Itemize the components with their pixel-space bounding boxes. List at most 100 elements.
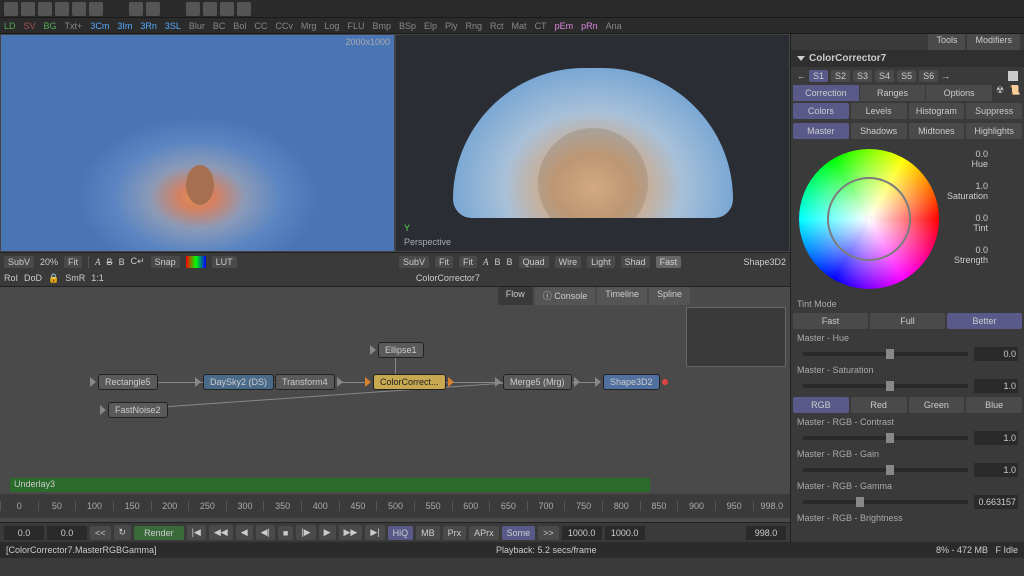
tab-timeline[interactable]: Timeline bbox=[597, 287, 647, 305]
copy-icon[interactable] bbox=[72, 2, 86, 16]
ch-rgb[interactable]: RGB bbox=[793, 397, 849, 413]
viewer-right[interactable]: Y Perspective bbox=[395, 34, 790, 252]
layout2-icon[interactable] bbox=[203, 2, 217, 16]
light-btn[interactable]: Light bbox=[587, 256, 615, 268]
time-ruler[interactable]: 0 50 100 150 200 250 300 350 400 450 500… bbox=[0, 494, 790, 518]
underlay-bar[interactable]: Underlay3 bbox=[10, 478, 650, 492]
shelf-ld[interactable]: LD bbox=[4, 21, 16, 31]
tab-ranges[interactable]: Ranges bbox=[860, 85, 926, 101]
mode-histogram[interactable]: Histogram bbox=[909, 103, 965, 119]
render-button[interactable]: Render bbox=[134, 526, 184, 540]
tab-tools[interactable]: Tools bbox=[928, 34, 965, 50]
radioactive-icon[interactable]: ☢ bbox=[993, 85, 1007, 101]
state-s4[interactable]: S4 bbox=[875, 70, 894, 82]
range-highlights[interactable]: Highlights bbox=[966, 123, 1022, 139]
contrast-slider[interactable] bbox=[803, 436, 968, 440]
loop-icon[interactable]: ↻ bbox=[114, 525, 132, 540]
stop-icon[interactable]: ■ bbox=[278, 526, 293, 540]
undo-icon[interactable] bbox=[129, 2, 143, 16]
zoom-value[interactable]: 20% bbox=[40, 257, 58, 267]
range-midtones[interactable]: Midtones bbox=[909, 123, 965, 139]
open-icon[interactable] bbox=[21, 2, 35, 16]
fit1-btn[interactable]: Fit bbox=[435, 256, 453, 268]
tab-flow[interactable]: Flow bbox=[498, 287, 533, 305]
hue-slider[interactable] bbox=[803, 352, 968, 356]
ch-red[interactable]: Red bbox=[851, 397, 907, 413]
go-end-icon[interactable]: ▶| bbox=[365, 525, 384, 540]
shelf-ana[interactable]: Ana bbox=[606, 21, 622, 31]
subv-btn[interactable]: SubV bbox=[4, 256, 34, 268]
mode-colors[interactable]: Colors bbox=[793, 103, 849, 119]
node-ellipse[interactable]: Ellipse1 bbox=[378, 342, 424, 358]
sat-value[interactable]: 1.0 bbox=[974, 379, 1018, 393]
state-s5[interactable]: S5 bbox=[897, 70, 916, 82]
node-merge[interactable]: Merge5 (Mrg) bbox=[503, 374, 572, 390]
node-rectangle[interactable]: Rectangle5 bbox=[98, 374, 158, 390]
shelf-txt[interactable]: Txt+ bbox=[65, 21, 83, 31]
script-icon[interactable]: 📜 bbox=[1008, 85, 1022, 101]
shelf-3im[interactable]: 3Im bbox=[117, 21, 132, 31]
shelf-ct[interactable]: CT bbox=[535, 21, 547, 31]
fit2-btn[interactable]: Fit bbox=[459, 256, 477, 268]
viewer-left[interactable]: 2000x1000 bbox=[0, 34, 395, 252]
prx-button[interactable]: Prx bbox=[443, 526, 467, 540]
shelf-log[interactable]: Log bbox=[324, 21, 339, 31]
sat-slider[interactable] bbox=[803, 384, 968, 388]
cut-icon[interactable] bbox=[55, 2, 69, 16]
lut-btn[interactable]: LUT bbox=[212, 256, 237, 268]
dod-btn[interactable]: DoD bbox=[24, 273, 42, 283]
shelf-3sl[interactable]: 3SL bbox=[165, 21, 181, 31]
shelf-3rn[interactable]: 3Rn bbox=[140, 21, 157, 31]
roi-btn[interactable]: RoI bbox=[4, 273, 18, 283]
shelf-mrg[interactable]: Mrg bbox=[301, 21, 317, 31]
tab-console[interactable]: ⓘ Console bbox=[535, 287, 596, 305]
frame-back-icon[interactable]: ◀| bbox=[256, 525, 275, 540]
range-master[interactable]: Master bbox=[793, 123, 849, 139]
shelf-bol[interactable]: Bol bbox=[233, 21, 246, 31]
tab-spline[interactable]: Spline bbox=[649, 287, 690, 305]
node-daysky[interactable]: DaySky2 (DS) bbox=[203, 374, 274, 390]
fast-btn[interactable]: Fast bbox=[656, 256, 682, 268]
paste-icon[interactable] bbox=[89, 2, 103, 16]
shelf-bmp[interactable]: Bmp bbox=[372, 21, 391, 31]
state-s1[interactable]: S1 bbox=[809, 70, 828, 82]
shelf-ccv[interactable]: CCv bbox=[275, 21, 293, 31]
node-shape3d[interactable]: Shape3D2 bbox=[603, 374, 660, 390]
state-s3[interactable]: S3 bbox=[853, 70, 872, 82]
shelf-prn[interactable]: pRn bbox=[581, 21, 598, 31]
tint-better[interactable]: Better bbox=[947, 313, 1022, 329]
smr-btn[interactable]: SmR bbox=[65, 273, 85, 283]
shelf-3cm[interactable]: 3Cm bbox=[90, 21, 109, 31]
range-start[interactable]: 0.0 bbox=[4, 526, 44, 540]
node-fastnoise[interactable]: FastNoise2 bbox=[108, 402, 168, 418]
picker-icon[interactable] bbox=[1008, 71, 1018, 81]
redo-icon[interactable] bbox=[146, 2, 160, 16]
layout3-icon[interactable] bbox=[220, 2, 234, 16]
layout4-icon[interactable] bbox=[237, 2, 251, 16]
node-colorcorrect[interactable]: ColorCorrect... bbox=[373, 374, 446, 390]
tint-full[interactable]: Full bbox=[870, 313, 945, 329]
play-back-icon[interactable]: ◀ bbox=[236, 525, 253, 540]
shelf-bg[interactable]: BG bbox=[44, 21, 57, 31]
gain-slider[interactable] bbox=[803, 468, 968, 472]
range-end[interactable]: 998.0 bbox=[746, 526, 786, 540]
shelf-rng[interactable]: Rng bbox=[466, 21, 483, 31]
fit-btn[interactable]: Fit bbox=[64, 256, 82, 268]
subv2-btn[interactable]: SubV bbox=[399, 256, 429, 268]
shelf-rct[interactable]: Rct bbox=[490, 21, 504, 31]
state-s2[interactable]: S2 bbox=[831, 70, 850, 82]
ch-green[interactable]: Green bbox=[909, 397, 965, 413]
lock-icon[interactable]: 🔒 bbox=[48, 273, 59, 284]
shelf-ply[interactable]: Ply bbox=[445, 21, 458, 31]
new-icon[interactable] bbox=[4, 2, 18, 16]
flow-navigator[interactable] bbox=[686, 307, 786, 367]
color-wheel[interactable] bbox=[799, 149, 939, 289]
skip-start-icon[interactable]: << bbox=[90, 526, 111, 540]
shelf-sv[interactable]: SV bbox=[24, 21, 36, 31]
wire-btn[interactable]: Wire bbox=[555, 256, 582, 268]
mb-button[interactable]: MB bbox=[416, 526, 440, 540]
shelf-bsp[interactable]: BSp bbox=[399, 21, 416, 31]
some-button[interactable]: Some bbox=[502, 526, 536, 540]
gamma-slider[interactable] bbox=[803, 500, 968, 504]
layout-icon[interactable] bbox=[186, 2, 200, 16]
